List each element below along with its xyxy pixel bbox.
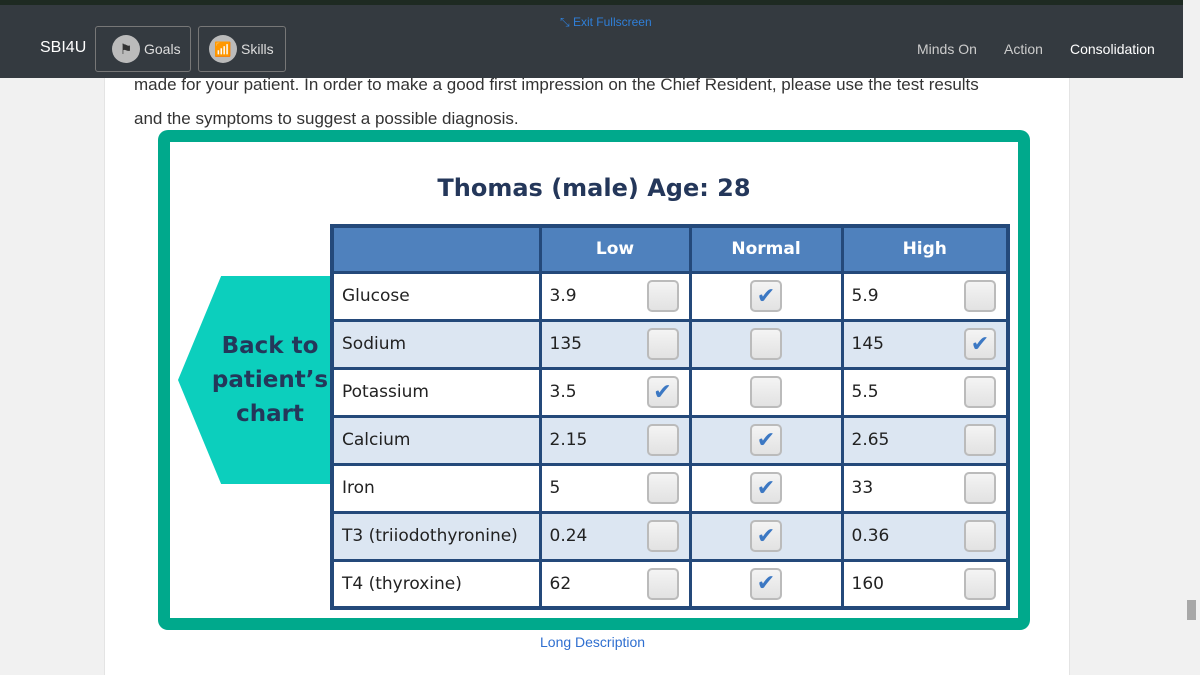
checkbox-low[interactable] — [646, 280, 679, 312]
stairs-icon: 📶 — [209, 35, 237, 63]
test-name: T4 (thyroxine) — [330, 558, 542, 610]
checkbox-low[interactable] — [646, 567, 679, 600]
high-cell: 160 — [840, 558, 1010, 610]
low-cell: 3.5 ✔ — [538, 366, 692, 418]
table-row: Calcium 2.15 ✔ 2.65 — [330, 414, 1010, 466]
test-name: Iron — [330, 462, 542, 514]
test-name: Glucose — [330, 270, 542, 322]
exit-fullscreen-label: Exit Fullscreen — [572, 15, 652, 29]
checkbox-normal[interactable] — [750, 328, 782, 360]
flag-icon: ⚑ — [112, 35, 140, 63]
normal-cell: ✔ — [688, 414, 844, 466]
low-threshold: 2.15 — [549, 430, 588, 450]
low-cell: 2.15 — [538, 414, 692, 466]
test-name: T3 (triiodothyronine) — [330, 510, 542, 562]
header-low: Low — [538, 224, 692, 274]
high-cell: 0.36 — [840, 510, 1010, 562]
low-threshold: 135 — [549, 334, 582, 354]
normal-cell — [688, 366, 844, 418]
nav-minds-on[interactable]: Minds On — [917, 41, 977, 57]
high-cell: 5.5 — [840, 366, 1010, 418]
low-threshold: 5 — [549, 478, 561, 498]
test-name: Sodium — [330, 318, 542, 370]
checkbox-high[interactable] — [964, 472, 996, 504]
checkbox-normal[interactable]: ✔ — [750, 280, 782, 312]
low-threshold: 0.24 — [549, 526, 588, 546]
goals-label: Goals — [144, 41, 181, 57]
skills-label: Skills — [241, 41, 274, 57]
normal-cell: ✔ — [688, 270, 844, 322]
checkbox-normal[interactable]: ✔ — [750, 424, 782, 456]
header-test — [330, 224, 542, 274]
table-row: Iron 5 ✔ 33 — [330, 462, 1010, 514]
low-cell: 62 — [538, 558, 692, 610]
collapse-icon: ⤡ — [560, 15, 570, 29]
patient-results-panel: Thomas (male) Age: 28 Back to patient’s … — [158, 130, 1030, 630]
checkbox-high[interactable] — [964, 520, 996, 552]
checkbox-high[interactable]: ✔ — [964, 328, 996, 360]
high-threshold: 5.9 — [851, 286, 879, 306]
skills-button[interactable]: 📶 Skills — [198, 26, 286, 72]
checkbox-high[interactable] — [964, 424, 996, 456]
table-row: T4 (thyroxine) 62 ✔ 160 — [330, 558, 1010, 610]
low-threshold: 62 — [549, 573, 572, 594]
normal-cell: ✔ — [688, 558, 844, 610]
high-threshold: 145 — [851, 334, 884, 354]
low-threshold: 3.5 — [549, 382, 577, 402]
scrollbar[interactable] — [1183, 0, 1200, 675]
goals-button[interactable]: ⚑ Goals — [95, 26, 191, 72]
checkbox-high[interactable] — [964, 567, 996, 600]
high-threshold: 5.5 — [851, 382, 879, 402]
low-cell: 5 — [538, 462, 692, 514]
nav-action[interactable]: Action — [1004, 41, 1043, 57]
long-description-link[interactable]: Long Description — [540, 634, 645, 650]
low-cell: 0.24 — [538, 510, 692, 562]
high-cell: 5.9 — [840, 270, 1010, 322]
normal-cell: ✔ — [688, 462, 844, 514]
table-row: Glucose 3.9 ✔ 5.9 — [330, 270, 1010, 322]
table-row: Potassium 3.5 ✔ 5.5 — [330, 366, 1010, 418]
intro-text: made for your patient. In order to make … — [134, 68, 979, 136]
header-normal: Normal — [688, 224, 844, 274]
scrollbar-thumb[interactable] — [1187, 600, 1196, 620]
high-threshold: 2.65 — [851, 430, 890, 450]
normal-cell — [688, 318, 844, 370]
high-threshold: 0.36 — [851, 526, 890, 546]
high-threshold: 160 — [851, 573, 884, 594]
checkbox-low[interactable]: ✔ — [646, 376, 679, 408]
header-high: High — [840, 224, 1010, 274]
checkbox-low[interactable] — [646, 424, 679, 456]
results-table: Low Normal High Glucose 3.9 ✔ 5.9 Sodium… — [330, 224, 1010, 610]
back-to-chart-button[interactable]: Back to patient’s chart — [178, 276, 332, 484]
low-threshold: 3.9 — [549, 286, 577, 306]
table-row: T3 (triiodothyronine) 0.24 ✔ 0.36 — [330, 510, 1010, 562]
low-cell: 3.9 — [538, 270, 692, 322]
exit-fullscreen-button[interactable]: ⤡ Exit Fullscreen — [560, 15, 652, 30]
high-cell: 2.65 — [840, 414, 1010, 466]
high-cell: 145 ✔ — [840, 318, 1010, 370]
table-row: Sodium 135 145 ✔ — [330, 318, 1010, 370]
course-brand[interactable]: SBI4U — [40, 39, 86, 57]
checkbox-normal[interactable]: ✔ — [750, 472, 782, 504]
patient-title: Thomas (male) Age: 28 — [437, 174, 751, 202]
top-nav-bar: SBI4U ⚑ Goals 📶 Skills ⤡ Exit Fullscreen M… — [0, 0, 1200, 78]
checkbox-normal[interactable]: ✔ — [750, 520, 782, 552]
test-name: Potassium — [330, 366, 542, 418]
test-name: Calcium — [330, 414, 542, 466]
high-cell: 33 — [840, 462, 1010, 514]
low-cell: 135 — [538, 318, 692, 370]
checkbox-low[interactable] — [646, 328, 679, 360]
normal-cell: ✔ — [688, 510, 844, 562]
checkbox-high[interactable] — [964, 376, 996, 408]
checkbox-normal[interactable]: ✔ — [750, 567, 782, 600]
high-threshold: 33 — [851, 478, 874, 498]
checkbox-low[interactable] — [646, 472, 679, 504]
checkbox-high[interactable] — [964, 280, 996, 312]
checkbox-normal[interactable] — [750, 376, 782, 408]
nav-consolidation[interactable]: Consolidation — [1070, 41, 1155, 57]
checkbox-low[interactable] — [646, 520, 679, 552]
